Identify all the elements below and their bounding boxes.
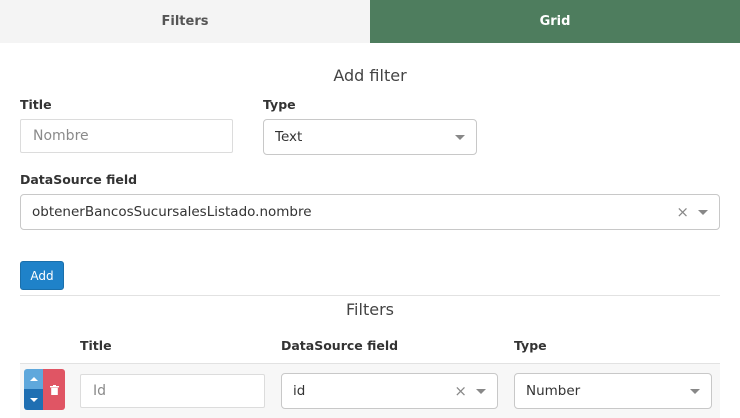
add-button[interactable]: Add — [20, 261, 64, 290]
clear-icon[interactable]: × — [676, 204, 689, 220]
delete-button[interactable] — [43, 369, 65, 410]
row-datasource-value: id — [293, 383, 306, 399]
type-select[interactable]: Text — [263, 119, 477, 155]
row-datasource-select[interactable]: id × — [281, 373, 498, 409]
reorder-buttons — [24, 369, 43, 410]
chevron-down-icon — [455, 134, 465, 140]
tab-grid[interactable]: Grid — [370, 0, 740, 43]
chevron-down-icon — [476, 388, 486, 394]
tab-bar: Filters Grid — [0, 0, 740, 43]
column-header-type: Type — [514, 338, 547, 353]
datasource-select[interactable]: obtenerBancosSucursalesListado.nombre × — [20, 194, 720, 230]
filters-heading: Filters — [346, 300, 394, 319]
column-header-title: Title — [80, 338, 112, 353]
type-select-value: Text — [275, 129, 303, 145]
title-input-placeholder: Nombre — [33, 128, 89, 144]
chevron-down-icon — [698, 209, 708, 215]
chevron-down-icon — [690, 388, 700, 394]
datasource-label: DataSource field — [20, 172, 138, 187]
datasource-select-value: obtenerBancosSucursalesListado.nombre — [32, 204, 312, 220]
tab-filters[interactable]: Filters — [0, 0, 370, 43]
divider — [20, 295, 720, 296]
arrow-up-icon — [29, 377, 38, 381]
trash-icon — [49, 384, 59, 395]
title-label: Title — [20, 97, 52, 112]
row-type-select[interactable]: Number — [514, 373, 712, 409]
move-down-button[interactable] — [24, 389, 43, 410]
type-label: Type — [263, 97, 296, 112]
arrow-down-icon — [29, 397, 38, 402]
row-title-input[interactable]: Id — [80, 374, 265, 408]
row-title-placeholder: Id — [93, 383, 107, 399]
row-type-value: Number — [526, 383, 581, 399]
clear-icon[interactable]: × — [454, 383, 467, 399]
move-up-button[interactable] — [24, 369, 43, 389]
add-filter-heading: Add filter — [333, 66, 407, 85]
title-input[interactable]: Nombre — [20, 119, 233, 153]
column-header-datasource: DataSource field — [281, 338, 399, 353]
